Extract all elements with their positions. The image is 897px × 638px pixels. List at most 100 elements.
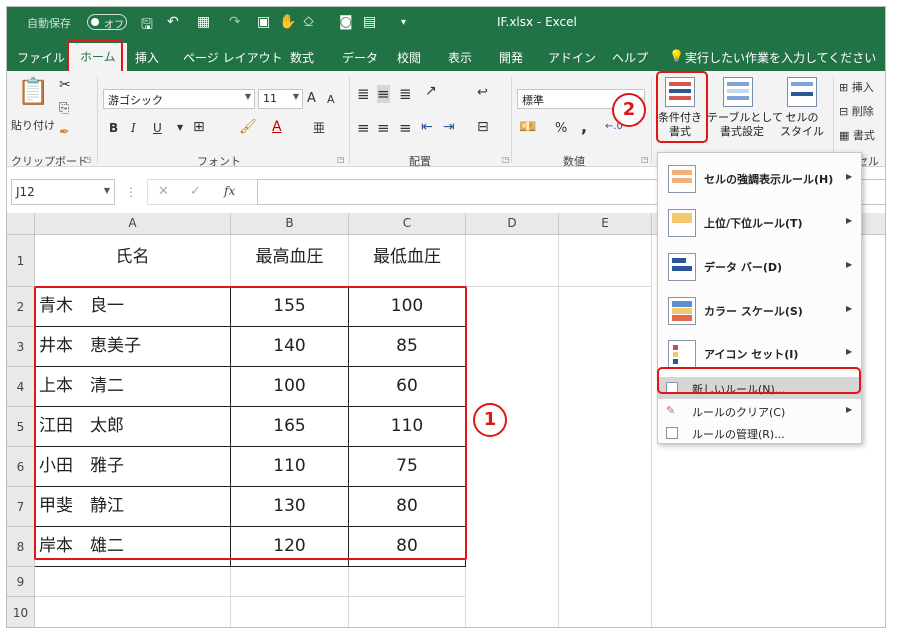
italic-button[interactable]: I — [131, 121, 136, 135]
header-cell-name[interactable]: 氏名 — [35, 235, 231, 287]
accounting-format-icon[interactable]: 💴 — [519, 119, 536, 135]
column-header-e[interactable]: E — [559, 213, 652, 235]
header-cell-diastolic[interactable]: 最低血圧 — [349, 235, 466, 287]
touch-mode-icon[interactable]: ✋ — [279, 14, 296, 30]
tab-review[interactable]: 校閲 — [397, 49, 421, 66]
grow-font-button[interactable]: A — [307, 91, 316, 106]
tab-insert[interactable]: 挿入 — [135, 49, 159, 66]
redo-icon[interactable]: ↷ — [229, 14, 241, 30]
borders-icon[interactable]: ⊞ — [193, 119, 205, 135]
cell[interactable] — [349, 567, 466, 597]
cut-icon[interactable]: ✂ — [59, 77, 71, 93]
tab-formulas[interactable]: 数式 — [290, 49, 314, 66]
row-header-2[interactable]: 2 — [7, 287, 35, 327]
menu-item-top-bottom-rules[interactable]: 上位/下位ルール(T) ▶ — [658, 201, 861, 245]
empty-cells[interactable] — [466, 287, 559, 627]
comma-style-button[interactable]: , — [581, 117, 587, 136]
font-name-combo[interactable]: 游ゴシック ▼ — [103, 89, 255, 109]
row-header-4[interactable]: 4 — [7, 367, 35, 407]
select-all-button[interactable] — [7, 213, 35, 235]
align-middle-icon[interactable]: ≡ — [377, 85, 390, 103]
cell[interactable] — [35, 597, 231, 627]
save-icon[interactable]: 🖫 — [141, 14, 153, 38]
tell-me-search[interactable]: 実行したい作業を入力してください — [685, 49, 876, 66]
paste-icon[interactable]: 📋 — [17, 77, 49, 107]
cell-styles-button[interactable]: セルの スタイル — [777, 111, 827, 139]
wrap-text-icon[interactable]: ↩ — [477, 85, 488, 100]
dialog-launcher-icon[interactable]: ◳ — [337, 155, 345, 164]
row-header-1[interactable]: 1 — [7, 235, 35, 287]
cell[interactable] — [559, 235, 652, 287]
dialog-launcher-icon[interactable]: ◳ — [502, 155, 510, 164]
row-header-3[interactable]: 3 — [7, 327, 35, 367]
cell[interactable] — [466, 235, 559, 287]
undo-icon[interactable]: ↶ — [167, 14, 179, 30]
format-as-table-button[interactable]: テーブルとして 書式設定 — [707, 111, 783, 139]
tab-page-layout[interactable]: ページ レイアウト — [183, 49, 283, 66]
increase-indent-icon[interactable]: ⇥ — [443, 119, 455, 135]
customize-icon[interactable]: ▾ — [401, 17, 406, 28]
decrease-indent-icon[interactable]: ⇤ — [421, 119, 433, 135]
tab-file[interactable]: ファイル — [17, 49, 65, 66]
percent-style-button[interactable]: % — [555, 121, 567, 136]
menu-item-highlight-cells-rules[interactable]: セルの強調表示ルール(H) ▶ — [658, 157, 861, 201]
menu-item-manage-rules[interactable]: ルールの管理(R)... — [658, 423, 861, 443]
delete-cells-button[interactable]: ⊟ 削除 — [839, 103, 874, 119]
cell[interactable] — [35, 567, 231, 597]
tab-data[interactable]: データ — [342, 49, 378, 66]
column-header-b[interactable]: B — [231, 213, 349, 235]
bold-button[interactable]: B — [109, 121, 118, 135]
autosave-toggle[interactable]: オフ — [87, 14, 127, 31]
cell[interactable] — [231, 567, 349, 597]
format-as-table-icon[interactable] — [723, 77, 753, 107]
merge-center-icon[interactable]: ⊟ — [477, 119, 489, 135]
cell[interactable] — [349, 597, 466, 627]
menu-item-color-scales[interactable]: カラー スケール(S) ▶ — [658, 289, 861, 333]
header-cell-systolic[interactable]: 最高血圧 — [231, 235, 349, 287]
align-top-icon[interactable]: ≣ — [357, 85, 370, 103]
align-center-icon[interactable]: ≡ — [377, 119, 390, 137]
tab-view[interactable]: 表示 — [448, 49, 472, 66]
underline-button[interactable]: U — [153, 121, 162, 135]
font-size-combo[interactable]: 11 ▼ — [258, 89, 303, 109]
print-preview-icon[interactable]: ▣ — [257, 14, 270, 30]
column-header-d[interactable]: D — [466, 213, 559, 235]
dialog-launcher-icon[interactable]: ◳ — [641, 155, 649, 164]
cancel-icon[interactable]: ✕ — [158, 184, 169, 199]
row-header-10[interactable]: 10 — [7, 597, 35, 627]
tab-help[interactable]: ヘルプ — [612, 49, 648, 66]
camera-icon[interactable]: ◙ — [339, 14, 353, 30]
phonetic-icon[interactable]: 亜 — [313, 119, 325, 136]
row-header-6[interactable]: 6 — [7, 447, 35, 487]
cell-styles-icon[interactable] — [787, 77, 817, 107]
shrink-font-button[interactable]: A — [327, 93, 335, 106]
copy-icon[interactable]: ⎘ — [59, 101, 69, 116]
row-header-8[interactable]: 8 — [7, 527, 35, 567]
more-icon[interactable]: ▤ — [363, 14, 376, 30]
borders-icon[interactable]: ▦ — [197, 14, 210, 30]
align-left-icon[interactable]: ≡ — [357, 119, 370, 137]
format-cells-button[interactable]: ▦ 書式 — [839, 127, 875, 143]
row-header-5[interactable]: 5 — [7, 407, 35, 447]
name-box[interactable]: J12 ▼ — [11, 179, 115, 205]
chevron-down-icon[interactable]: ▼ — [177, 123, 183, 132]
menu-item-data-bars[interactable]: データ バー(D) ▶ — [658, 245, 861, 289]
row-header-9[interactable]: 9 — [7, 567, 35, 597]
format-painter-icon[interactable]: ⎐ — [303, 14, 314, 30]
menu-item-clear-rules[interactable]: ✎ ルールのクリア(C) ▶ — [658, 401, 861, 421]
dialog-launcher-icon[interactable]: ◳ — [84, 155, 92, 164]
orientation-icon[interactable]: ↗ — [425, 83, 437, 99]
paste-button[interactable]: 貼り付け — [11, 117, 55, 133]
fill-color-icon[interactable]: 🖌 — [239, 119, 257, 135]
align-bottom-icon[interactable]: ≣ — [399, 85, 412, 103]
insert-cells-button[interactable]: ⊞ 挿入 — [839, 79, 874, 95]
row-header-7[interactable]: 7 — [7, 487, 35, 527]
tab-developer[interactable]: 開発 — [499, 49, 523, 66]
format-painter-icon[interactable]: ✒ — [59, 125, 70, 140]
tab-addins[interactable]: アドイン — [548, 49, 596, 66]
align-right-icon[interactable]: ≡ — [399, 119, 412, 137]
empty-cells[interactable] — [559, 287, 652, 627]
column-header-c[interactable]: C — [349, 213, 466, 235]
enter-icon[interactable]: ✓ — [190, 184, 201, 199]
insert-function-button[interactable]: fx — [224, 184, 235, 198]
